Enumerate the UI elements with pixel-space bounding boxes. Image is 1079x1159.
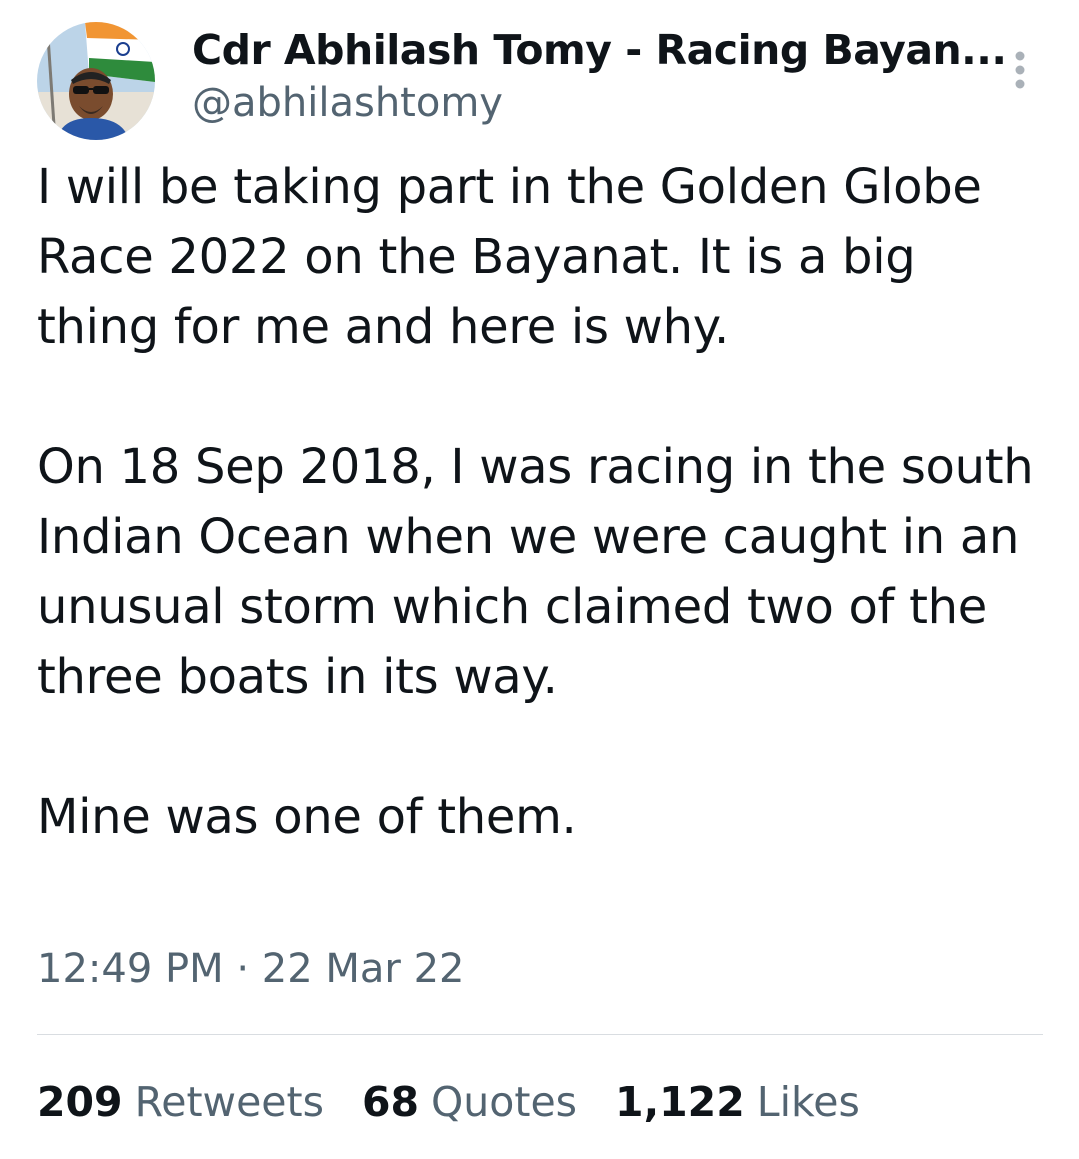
author-display-name[interactable]: Cdr Abhilash Tomy - Racing Bayan... bbox=[192, 26, 1007, 74]
likes-label: Likes bbox=[756, 1078, 860, 1126]
tweet-text: I will be taking part in the Golden Glob… bbox=[37, 152, 1047, 852]
more-options-button[interactable] bbox=[1004, 46, 1036, 94]
tweet-timestamp[interactable]: 12:49 PM · 22 Mar 22 bbox=[37, 946, 464, 992]
retweets-count: 209 bbox=[37, 1078, 123, 1126]
divider bbox=[37, 1034, 1043, 1035]
profile-photo-icon bbox=[37, 22, 155, 140]
tweet-paragraph: Mine was one of them. bbox=[37, 789, 577, 845]
likes-count: 1,122 bbox=[615, 1078, 745, 1126]
likes-stat[interactable]: 1,122 Likes bbox=[615, 1078, 860, 1126]
more-vertical-icon bbox=[1015, 51, 1025, 89]
tweet-paragraph: On 18 Sep 2018, I was racing in the sout… bbox=[37, 439, 1034, 705]
author-handle[interactable]: @abhilashtomy bbox=[192, 80, 503, 126]
quotes-label: Quotes bbox=[431, 1078, 578, 1126]
tweet-paragraph: I will be taking part in the Golden Glob… bbox=[37, 159, 982, 355]
quotes-count: 68 bbox=[361, 1078, 420, 1126]
retweets-label: Retweets bbox=[134, 1078, 324, 1126]
tweet-card: Cdr Abhilash Tomy - Racing Bayan... @abh… bbox=[0, 0, 1079, 1159]
author-avatar[interactable] bbox=[37, 22, 155, 140]
engagement-stats: 209 Retweets 68 Quotes 1,122 Likes bbox=[37, 1078, 860, 1126]
quotes-stat[interactable]: 68 Quotes bbox=[362, 1078, 577, 1126]
retweets-stat[interactable]: 209 Retweets bbox=[37, 1078, 324, 1126]
